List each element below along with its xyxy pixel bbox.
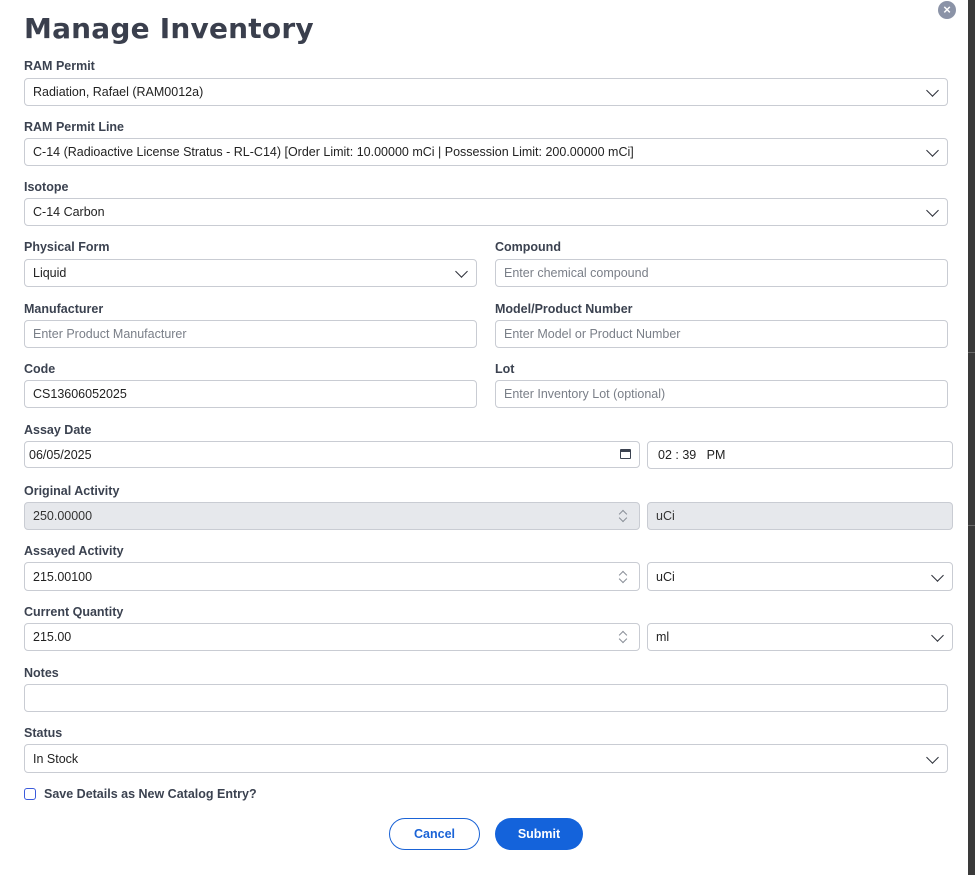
save-catalog-label[interactable]: Save Details as New Catalog Entry? <box>44 787 257 801</box>
compound-label: Compound <box>495 240 561 254</box>
original-activity-unit: uCi <box>647 502 953 530</box>
original-activity-input: 250.00000 <box>24 502 640 530</box>
current-quantity-value: 215.00 <box>33 630 72 644</box>
physical-form-label: Physical Form <box>24 240 110 254</box>
chevron-down-icon <box>926 144 939 157</box>
code-value: CS13606052025 <box>33 387 127 401</box>
chevron-down-icon <box>926 204 939 217</box>
status-value: In Stock <box>33 751 79 766</box>
page-title: Manage Inventory <box>24 12 314 45</box>
ram-permit-line-label: RAM Permit Line <box>24 120 125 134</box>
original-activity-unit-value: uCi <box>656 509 675 523</box>
isotope-select[interactable]: C-14 Carbon <box>24 198 948 226</box>
ram-permit-select[interactable]: Radiation, Rafael (RAM0012a) <box>24 78 948 106</box>
chevron-down-icon <box>926 750 939 764</box>
assay-date-input[interactable]: 06/05/2025 <box>24 441 640 468</box>
isotope-label: Isotope <box>24 180 69 194</box>
status-label: Status <box>24 726 63 740</box>
assay-time-input[interactable]: 02 : 39 PM <box>647 441 953 469</box>
manufacturer-label: Manufacturer <box>24 302 104 316</box>
current-quantity-input[interactable]: 215.00 <box>24 623 640 651</box>
spinner-icon[interactable] <box>619 630 627 644</box>
isotope-value: C-14 Carbon <box>33 205 105 219</box>
ram-permit-value: Radiation, Rafael (RAM0012a) <box>33 85 204 99</box>
ram-permit-line-value: C-14 (Radioactive License Stratus - RL-C… <box>33 145 634 159</box>
save-catalog-checkbox[interactable] <box>24 788 36 800</box>
chevron-down-icon <box>931 629 944 642</box>
lot-placeholder: Enter Inventory Lot (optional) <box>504 387 666 401</box>
spinner-icon[interactable] <box>619 570 627 584</box>
assay-date-label: Assay Date <box>24 423 92 437</box>
ram-permit-line-select[interactable]: C-14 (Radioactive License Stratus - RL-C… <box>24 138 948 166</box>
status-select[interactable]: In Stock <box>24 744 948 773</box>
assayed-activity-input[interactable]: 215.00100 <box>24 562 640 591</box>
assayed-activity-unit-value: uCi <box>656 569 675 584</box>
assayed-activity-value: 215.00100 <box>33 569 93 584</box>
compound-placeholder: Enter chemical compound <box>504 266 649 280</box>
calendar-icon[interactable] <box>620 448 631 459</box>
assay-date-value: 06/05/2025 <box>29 447 92 462</box>
model-number-placeholder: Enter Model or Product Number <box>504 327 681 341</box>
model-number-input[interactable]: Enter Model or Product Number <box>495 320 948 348</box>
model-number-label: Model/Product Number <box>495 302 633 316</box>
code-input[interactable]: CS13606052025 <box>24 380 477 408</box>
chevron-down-icon <box>931 568 944 582</box>
chevron-down-icon <box>926 84 939 97</box>
window-edge <box>968 0 975 875</box>
notes-input[interactable] <box>24 684 948 712</box>
current-quantity-unit-select[interactable]: ml <box>647 623 953 651</box>
lot-label: Lot <box>495 362 515 376</box>
current-quantity-label: Current Quantity <box>24 605 124 619</box>
assayed-activity-unit-select[interactable]: uCi <box>647 562 953 591</box>
submit-button[interactable]: Submit <box>495 818 583 850</box>
assay-time-value: 02 : 39 PM <box>658 448 726 462</box>
notes-label: Notes <box>24 666 59 680</box>
compound-input[interactable]: Enter chemical compound <box>495 259 948 287</box>
original-activity-value: 250.00000 <box>33 509 93 523</box>
lot-input[interactable]: Enter Inventory Lot (optional) <box>495 380 948 408</box>
spinner-icon <box>619 509 627 523</box>
close-icon[interactable]: × <box>938 1 956 19</box>
assayed-activity-label: Assayed Activity <box>24 544 124 558</box>
manufacturer-input[interactable]: Enter Product Manufacturer <box>24 320 477 348</box>
physical-form-value: Liquid <box>33 266 67 280</box>
manufacturer-placeholder: Enter Product Manufacturer <box>33 327 187 341</box>
chevron-down-icon <box>455 265 468 278</box>
code-label: Code <box>24 362 56 376</box>
ram-permit-label: RAM Permit <box>24 59 95 73</box>
current-quantity-unit-value: ml <box>656 630 670 644</box>
physical-form-select[interactable]: Liquid <box>24 259 477 287</box>
original-activity-label: Original Activity <box>24 484 120 498</box>
cancel-button[interactable]: Cancel <box>389 818 480 850</box>
